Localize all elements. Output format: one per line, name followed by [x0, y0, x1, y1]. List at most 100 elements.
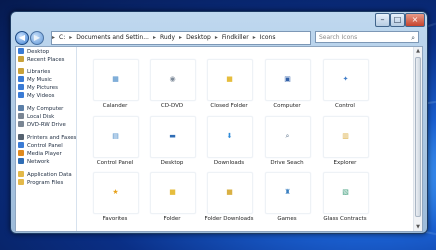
search-input[interactable]: Search Icons ⌕ [315, 31, 419, 43]
sidebar-item-label: My Computer [27, 106, 64, 112]
scroll-down-icon[interactable]: ▼ [415, 224, 421, 230]
sidebar-item-label: DVD-RW Drive [27, 122, 66, 128]
sidebar-item-label: Recent Places [27, 57, 65, 63]
icon-tile[interactable]: ♜ [265, 172, 311, 214]
sidebar-item[interactable]: Program Files [18, 179, 63, 187]
media-player-icon [18, 150, 24, 156]
search-icon[interactable]: ⌕ [411, 32, 415, 44]
icon-tile[interactable]: ▣ [265, 59, 311, 101]
closed-folder-icon: ■ [226, 75, 233, 83]
icon-tile[interactable]: ◉ [150, 59, 196, 101]
icon-tile[interactable]: ▥ [323, 116, 369, 158]
icon-grid: ▦ Calander ◉ CD-DVD ■ Closed Folder ▣ Computer ✦… [77, 47, 422, 231]
sidebar-item[interactable]: Desktop [18, 48, 49, 56]
control-panel-icon [18, 142, 24, 148]
sidebar-item[interactable]: Media Player [18, 150, 62, 158]
sidebar-item-label: Local Disk [27, 114, 55, 120]
breadcrumb-segment[interactable]: C: [55, 34, 69, 41]
control-icon: ✦ [342, 75, 349, 83]
icon-tile[interactable]: ■ [150, 172, 196, 214]
drive-search-icon: ⌕ [285, 132, 290, 140]
glass-contracts-icon: ▧ [342, 188, 349, 196]
explorer-icon: ▥ [342, 132, 349, 140]
sidebar-item-label: Program Files [27, 180, 64, 186]
sidebar-item[interactable]: Local Disk [18, 113, 54, 121]
icon-tile[interactable]: ▤ [93, 116, 139, 158]
icon-tile[interactable]: ⬇ [207, 116, 253, 158]
scroll-thumb[interactable] [415, 57, 421, 217]
icon-tile[interactable]: ▬ [150, 116, 196, 158]
icon-label[interactable]: Explorer [310, 160, 380, 166]
folder-icon: ■ [169, 188, 176, 196]
disk-icon [18, 113, 24, 119]
icon-tile[interactable]: ▧ [323, 172, 369, 214]
sidebar-item-label: Libraries [27, 69, 51, 75]
cd-dvd-icon: ◉ [169, 75, 176, 83]
sidebar-item-label: Control Panel [27, 143, 63, 149]
printer-icon [18, 134, 24, 140]
breadcrumb-segment[interactable]: Icons [256, 34, 280, 41]
control-panel-icon: ▤ [112, 132, 119, 140]
icon-label[interactable]: Glass Contracts [310, 216, 380, 222]
breadcrumb-segment[interactable]: Rudy [156, 34, 179, 41]
games-icon: ♜ [284, 188, 291, 196]
sidebar-item-label: My Videos [27, 93, 55, 99]
sidebar-item[interactable]: Application Data [18, 171, 72, 179]
folder-icon [18, 179, 24, 185]
explorer-window: – □ × ◀ ▶ ▸ C: ▸ Documents and Settin... ▸ Ru… [10, 11, 428, 234]
computer-icon [18, 105, 24, 111]
breadcrumb-segment[interactable]: Documents and Settin... [72, 34, 153, 41]
downloads-icon: ⬇ [226, 132, 233, 140]
desktop-icon [18, 48, 24, 54]
maximize-button[interactable]: □ [390, 13, 405, 27]
breadcrumb-segment[interactable]: Findkiller [218, 34, 253, 41]
icon-tile[interactable]: ■ [207, 172, 253, 214]
sidebar-item[interactable]: Control Panel [18, 142, 63, 150]
icon-label[interactable]: Control [310, 103, 380, 109]
sidebar-item-label: Desktop [27, 49, 50, 55]
pictures-icon [18, 84, 24, 90]
icon-tile[interactable]: ⌕ [265, 116, 311, 158]
computer-icon: ▣ [284, 75, 291, 83]
address-bar[interactable]: ▸ C: ▸ Documents and Settin... ▸ Rudy ▸ Desktop… [51, 31, 311, 45]
sidebar-item[interactable]: My Videos [18, 92, 54, 100]
sidebar-item[interactable]: My Music [18, 76, 52, 84]
sidebar-item-label: Printers and Faxes [27, 135, 77, 141]
icon-tile[interactable]: ✦ [323, 59, 369, 101]
sidebar-item[interactable]: Libraries [18, 68, 50, 76]
minimize-button[interactable]: – [375, 13, 390, 27]
sidebar-item-label: Media Player [27, 151, 62, 157]
sidebar-item[interactable]: Recent Places [18, 56, 64, 64]
scroll-up-icon[interactable]: ▲ [415, 48, 421, 54]
breadcrumb-segment[interactable]: Desktop [182, 34, 215, 41]
sidebar-item[interactable]: My Computer [18, 105, 63, 113]
dvd-icon [18, 121, 24, 127]
favorites-icon: ★ [112, 188, 119, 196]
title-bar: – □ × [11, 12, 427, 30]
calendar-icon: ▦ [112, 75, 119, 83]
sidebar-item-label: Application Data [27, 172, 72, 178]
libraries-icon [18, 68, 24, 74]
desktop-icon: ▬ [169, 132, 176, 140]
navigation-bar: ◀ ▶ ▸ C: ▸ Documents and Settin... ▸ Rudy ▸ Des… [15, 31, 425, 45]
sidebar-item[interactable]: DVD-RW Drive [18, 121, 66, 129]
videos-icon [18, 92, 24, 98]
content-area: Desktop Recent Places Libraries My Music My … [15, 46, 423, 232]
search-placeholder: Search Icons [319, 34, 358, 41]
icon-tile[interactable]: ▦ [93, 59, 139, 101]
vertical-scrollbar[interactable]: ▲ ▼ [413, 47, 422, 231]
back-button[interactable]: ◀ [15, 31, 29, 45]
folder-downloads-icon: ■ [226, 188, 233, 196]
folder-icon [18, 171, 24, 177]
icon-tile[interactable]: ★ [93, 172, 139, 214]
recent-places-icon [18, 56, 24, 62]
sidebar-item[interactable]: Network [18, 158, 50, 166]
icon-tile[interactable]: ■ [207, 59, 253, 101]
sidebar-item-label: Network [27, 159, 50, 165]
network-icon [18, 158, 24, 164]
sidebar-item[interactable]: My Pictures [18, 84, 58, 92]
sidebar-item[interactable]: Printers and Faxes [18, 134, 76, 142]
forward-button[interactable]: ▶ [30, 31, 44, 45]
close-button[interactable]: × [405, 13, 425, 27]
sidebar-item-label: My Music [27, 77, 52, 83]
